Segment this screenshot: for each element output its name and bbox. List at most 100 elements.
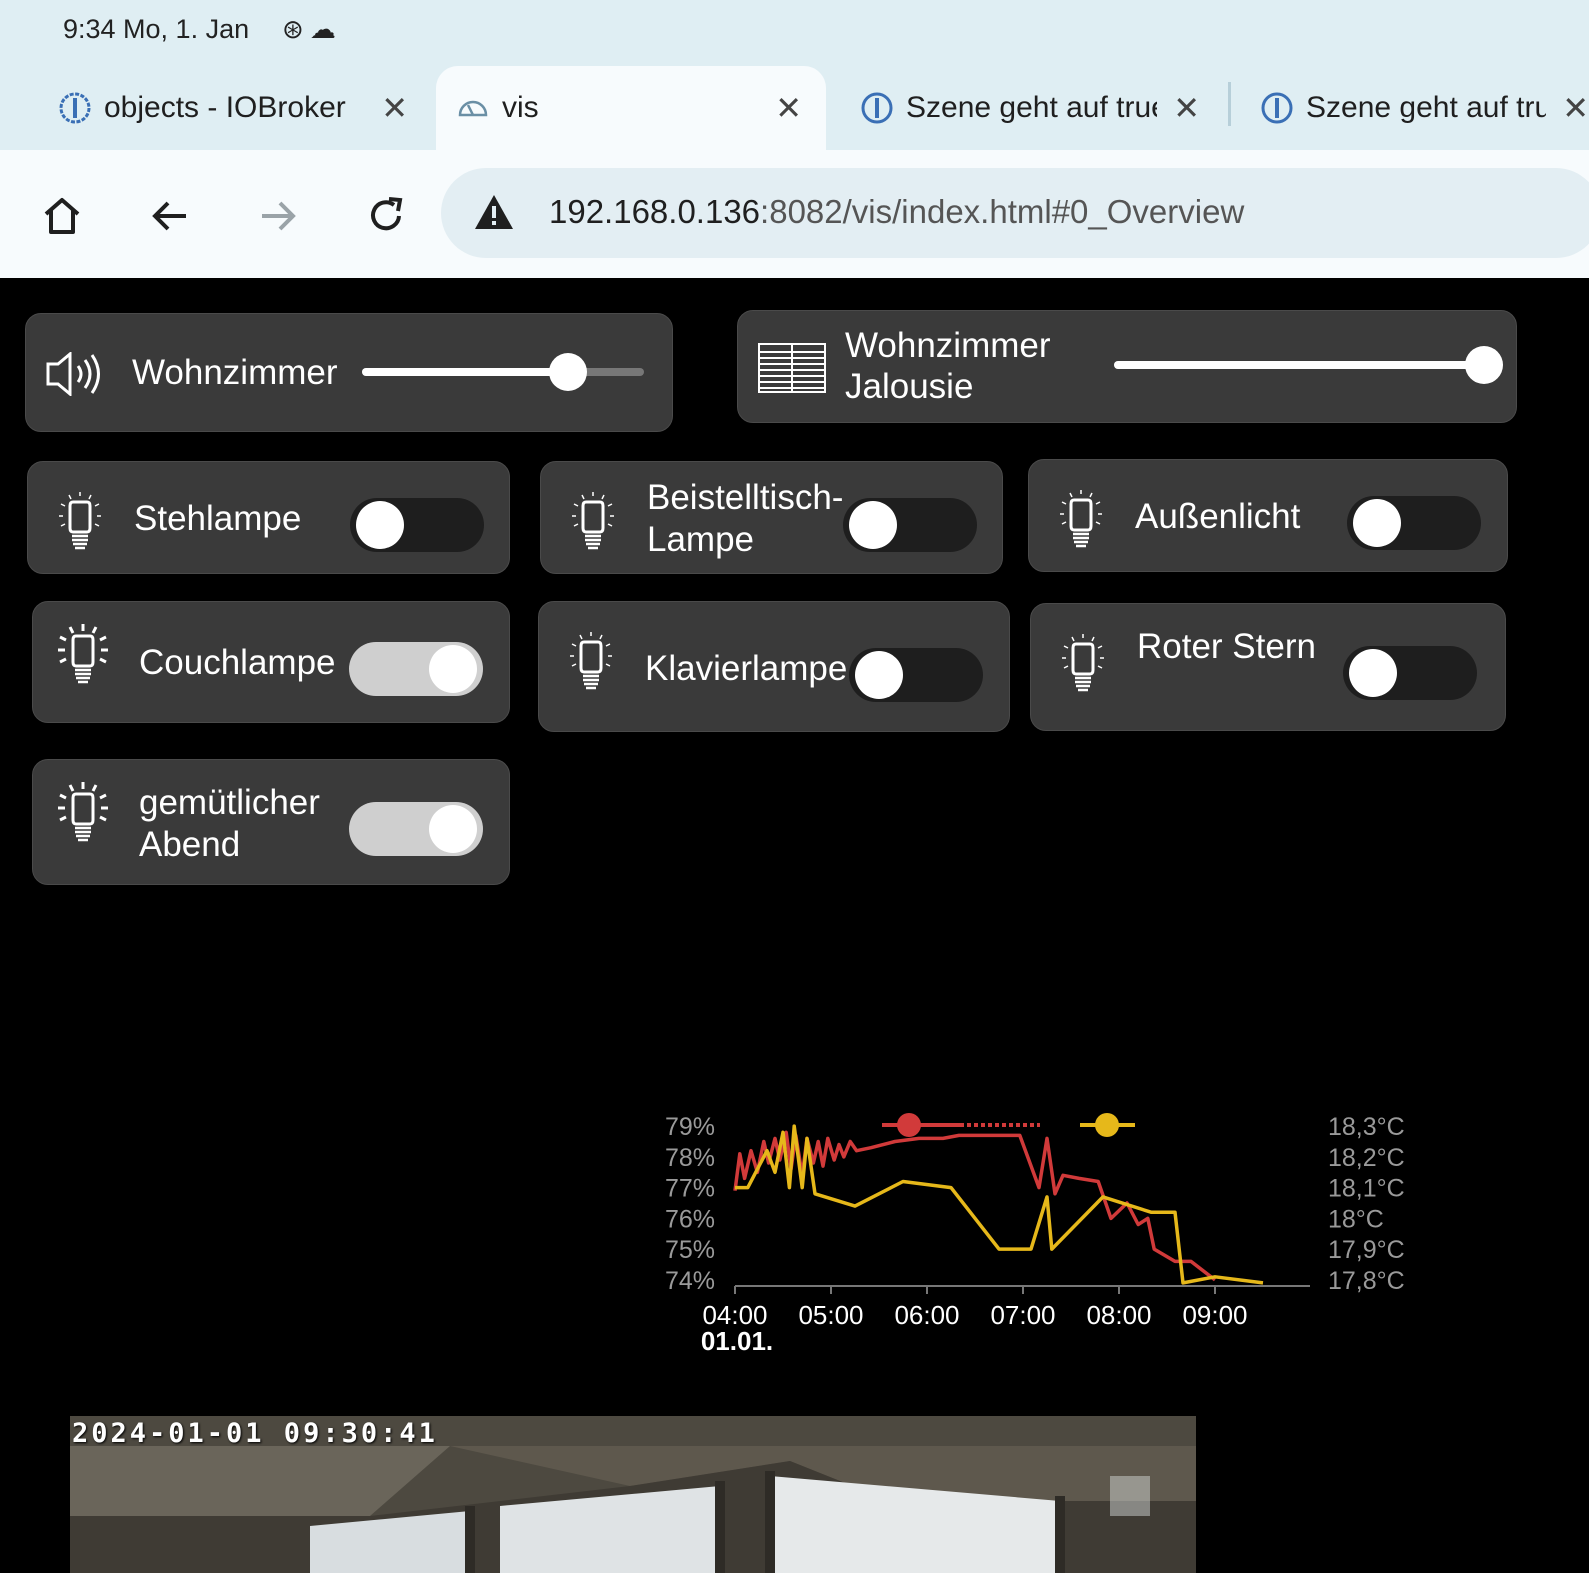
blind-slider[interactable]	[1114, 346, 1503, 384]
legend-humidity-dot	[897, 1113, 921, 1137]
y-left-tick-label: 76%	[665, 1205, 715, 1233]
tab-strip: objects - IOBroker ✕ vis ✕ Szene geht au…	[0, 62, 1589, 150]
warning-icon[interactable]	[473, 193, 515, 231]
tab-scene-2[interactable]: Szene geht auf true ✕	[1250, 66, 1589, 150]
y-right-tick-label: 18,3°C	[1328, 1113, 1405, 1141]
iobroker-logo-icon	[1261, 92, 1293, 124]
slider-fill	[362, 368, 568, 376]
lightbulb-icon	[563, 630, 619, 699]
toggle-knob	[1349, 649, 1397, 697]
arrow-left-icon	[152, 201, 186, 231]
lightbulb-icon	[1053, 488, 1109, 557]
blind-card: Wohnzimmer Jalousie	[737, 310, 1517, 423]
home-button[interactable]	[34, 188, 90, 244]
lamp-label: gemütlicher Abend	[139, 783, 320, 864]
arrow-right-icon	[262, 201, 296, 231]
toggle-knob	[429, 645, 477, 693]
dnd-icon: ⊛	[282, 14, 310, 44]
lamp-card-außenlicht: Außenlicht	[1028, 459, 1508, 572]
close-icon[interactable]: ✕	[1173, 92, 1200, 124]
lightbulb-icon	[55, 782, 111, 851]
toggle-knob	[855, 651, 903, 699]
lamp-toggle[interactable]	[349, 642, 483, 696]
lightbulb-icon	[55, 624, 111, 693]
lamp-label: Couchlampe	[139, 643, 336, 682]
close-icon[interactable]: ✕	[775, 92, 802, 124]
lamp-toggle[interactable]	[849, 648, 983, 702]
status-icons: ⊛☁	[282, 14, 342, 45]
back-button[interactable]	[142, 188, 198, 244]
x-tick-label: 05:00	[798, 1300, 863, 1330]
slider-thumb[interactable]	[1465, 346, 1503, 384]
toggle-knob	[1353, 499, 1401, 547]
lamp-label: Beistelltisch-Lampe	[647, 478, 844, 559]
gauge-icon	[458, 100, 488, 117]
tab-title: Szene geht auf true	[1306, 91, 1547, 124]
tab-title: vis	[502, 91, 539, 124]
tab-iobroker-objects[interactable]: objects - IOBroker ✕	[48, 66, 418, 150]
lightbulb-icon	[565, 490, 621, 559]
lamp-label: Außenlicht	[1135, 497, 1301, 536]
legend-temperature-dot	[1095, 1113, 1119, 1137]
tab-vis[interactable]: vis ✕	[436, 66, 826, 150]
url-host: 192.168.0.136	[549, 193, 761, 230]
url-text: 192.168.0.136:8082/vis/index.html#0_Over…	[549, 193, 1244, 231]
blind-label-line2: Jalousie	[845, 367, 974, 406]
reload-button[interactable]	[358, 188, 414, 244]
x-date-label: 01.01.	[701, 1326, 773, 1356]
speaker-icon	[46, 352, 100, 396]
lamp-card-klavierlampe: Klavierlampe	[538, 601, 1010, 732]
lamp-toggle[interactable]	[350, 498, 484, 552]
tab-scene-1[interactable]: Szene geht auf true ✕	[850, 66, 1210, 150]
y-right-tick-label: 17,9°C	[1328, 1236, 1405, 1264]
y-left-tick-label: 77%	[665, 1175, 715, 1203]
series-line-1	[735, 1124, 1264, 1285]
tab-title: objects - IOBroker	[104, 91, 346, 124]
y-left-tick-label: 74%	[665, 1267, 715, 1295]
lightbulb-icon	[52, 490, 108, 559]
lamp-card-roter-stern: Roter Stern	[1030, 603, 1506, 731]
blinds-icon	[758, 343, 826, 393]
volume-label: Wohnzimmer	[132, 353, 338, 392]
home-icon	[44, 198, 80, 234]
iobroker-logo-icon	[861, 92, 893, 124]
close-icon[interactable]: ✕	[381, 92, 408, 124]
lamp-label: Stehlampe	[134, 499, 302, 538]
lamp-card-stehlampe: Stehlampe	[27, 461, 510, 574]
address-bar[interactable]: 192.168.0.136:8082/vis/index.html#0_Over…	[441, 168, 1589, 258]
x-tick-label: 08:00	[1086, 1300, 1151, 1330]
y-left-tick-label: 75%	[665, 1236, 715, 1264]
reload-icon	[371, 197, 403, 231]
y-left-tick-label: 78%	[665, 1144, 715, 1172]
lamp-toggle[interactable]	[843, 498, 977, 552]
cloud-icon: ☁	[309, 14, 342, 44]
toggle-knob	[429, 805, 477, 853]
close-icon[interactable]: ✕	[1562, 92, 1589, 124]
x-tick-label: 09:00	[1182, 1300, 1247, 1330]
blind-label-line1: Wohnzimmer	[845, 326, 1051, 365]
camera-timestamp: 2024-01-01 09:30:41	[72, 1418, 438, 1449]
x-tick-label: 07:00	[990, 1300, 1055, 1330]
slider-thumb[interactable]	[548, 353, 587, 391]
tab-separator	[1228, 82, 1231, 126]
lamp-toggle[interactable]	[1347, 496, 1481, 550]
forward-button[interactable]	[250, 188, 306, 244]
tab-title: Szene geht auf true	[906, 91, 1158, 124]
iobroker-logo-icon	[59, 92, 91, 124]
lightbulb-icon	[1055, 632, 1111, 701]
toggle-knob	[849, 501, 897, 549]
vis-dashboard: Wohnzimmer Wohnzimmer Jalousie Stehlampe…	[0, 278, 1589, 1573]
y-right-tick-label: 18,2°C	[1328, 1144, 1405, 1172]
lamp-card-couchlampe: Couchlampe	[32, 601, 510, 723]
system-status-bar: 9:34 Mo, 1. Jan ⊛☁	[0, 0, 1589, 62]
url-path: :8082/vis/index.html#0_Overview	[760, 193, 1245, 230]
lamp-toggle[interactable]	[349, 802, 483, 856]
y-right-tick-label: 18°C	[1328, 1205, 1384, 1233]
x-tick-label: 06:00	[894, 1300, 959, 1330]
lamp-card-gemütlicher-abend: gemütlicher Abend	[32, 759, 510, 885]
lamp-label: Klavierlampe	[645, 649, 848, 688]
camera-feed: 2024-01-01 09:30:41	[70, 1416, 1196, 1573]
lamp-label: Roter Stern	[1137, 627, 1316, 666]
lamp-toggle[interactable]	[1343, 646, 1477, 700]
volume-slider[interactable]	[362, 353, 644, 391]
